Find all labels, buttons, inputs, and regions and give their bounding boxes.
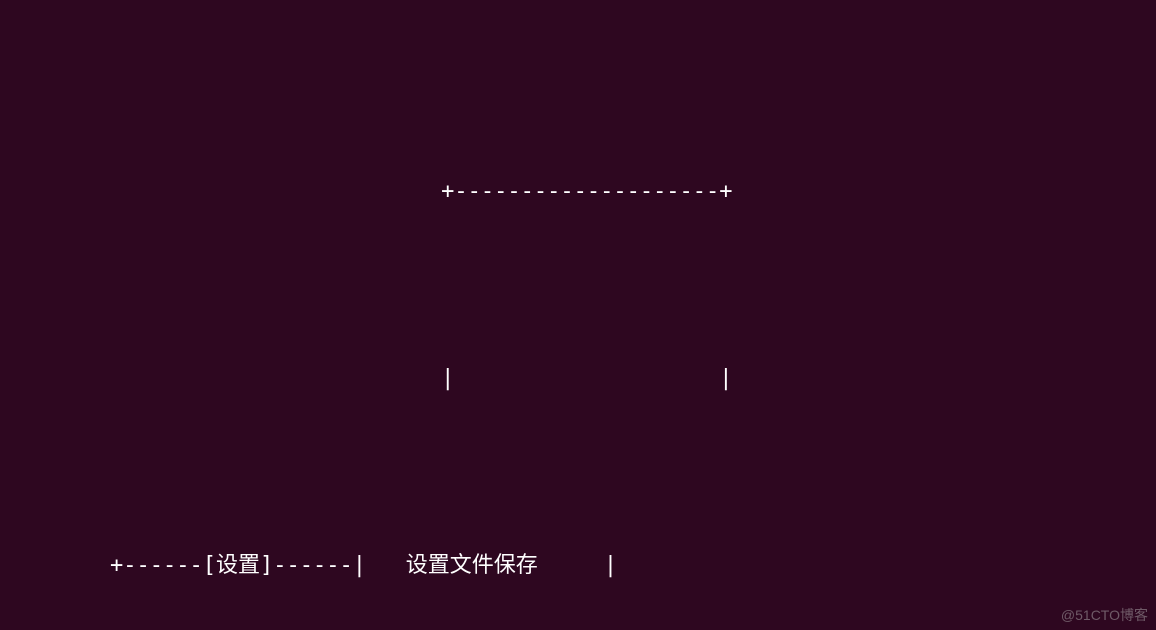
blank-left bbox=[110, 174, 441, 209]
menu-title-left: +------[ bbox=[110, 548, 216, 583]
popup-content-l: | bbox=[353, 548, 406, 583]
watermark: @51CTO博客 bbox=[1061, 604, 1148, 626]
popup-side: | | bbox=[441, 361, 732, 396]
blank-left bbox=[110, 361, 441, 396]
popup-content-r: | bbox=[538, 548, 617, 583]
popup-content: 设置文件保存 bbox=[406, 548, 538, 583]
menu-title-right: ]------ bbox=[260, 548, 353, 583]
row-title-and-popup: +------[ 设置 ]------ | 设置文件保存 | bbox=[110, 542, 1156, 588]
row-popup-top: +--------------------+ bbox=[110, 169, 1156, 215]
terminal-screen: +--------------------+ | | +------[ 设置 ]… bbox=[0, 0, 1156, 630]
menu-title: 设置 bbox=[216, 548, 260, 583]
popup-top-border: +--------------------+ bbox=[441, 174, 732, 209]
row-popup-side1: | | bbox=[110, 356, 1156, 402]
